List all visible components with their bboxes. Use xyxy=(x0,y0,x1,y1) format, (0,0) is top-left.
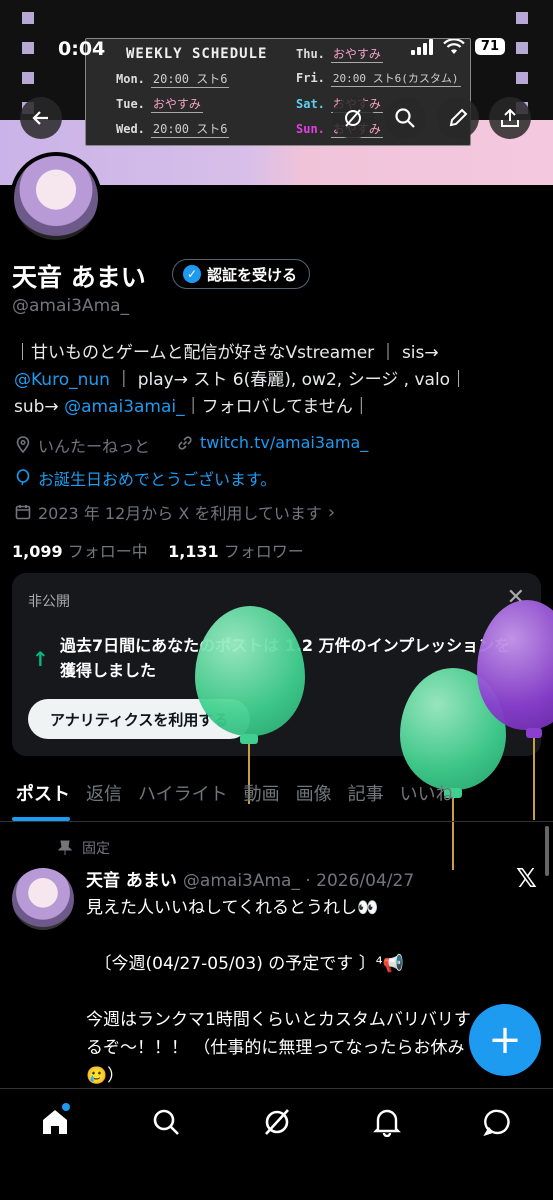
tab-replies[interactable]: 返信 xyxy=(78,770,130,821)
pencil-icon xyxy=(449,108,468,127)
battery-icon: 71 xyxy=(474,38,505,55)
post-author[interactable]: 天音 あまい xyxy=(86,871,177,891)
close-icon[interactable]: ✕ xyxy=(507,585,525,610)
share-button[interactable] xyxy=(489,97,531,139)
grok-icon[interactable] xyxy=(262,1107,292,1137)
profile-avatar[interactable] xyxy=(10,152,102,244)
impressions-message: 過去7日間にあなたのポストは 1.2 万件のインプレッションを獲得しました xyxy=(60,636,511,680)
schedule-row: Thu. おやすみ xyxy=(296,47,383,63)
scrollbar[interactable] xyxy=(545,826,549,876)
status-time: 0:04 xyxy=(58,38,106,60)
schedule-row: Mon. 20:00 スト6 xyxy=(116,72,230,88)
profile-tabs: ポスト 返信 ハイライト 動画 画像 記事 いいね xyxy=(0,770,553,822)
compose-post-button[interactable]: + xyxy=(469,1004,541,1076)
schedule-row: Fri. 20:00 スト6(カスタム) xyxy=(296,71,461,87)
tab-videos[interactable]: 動画 xyxy=(236,770,288,821)
tab-posts[interactable]: ポスト xyxy=(0,770,78,821)
post-avatar[interactable] xyxy=(12,868,74,930)
x-logo-icon[interactable]: 𝕏 xyxy=(516,864,537,894)
status-icons: 71 xyxy=(410,38,505,55)
private-label: 非公開 xyxy=(28,594,70,610)
profile-joined[interactable]: 2023 年 12月から X を利用しています › xyxy=(14,500,335,524)
grok-icon xyxy=(345,109,361,127)
verified-check-icon: ✓ xyxy=(183,265,201,283)
tab-media[interactable]: 画像 xyxy=(288,770,340,821)
analytics-card: 非公開 ✕ ↑ 過去7日間にあなたのポストは 1.2 万件のインプレッションを獲… xyxy=(12,573,541,756)
post-text: 見えた人いいねしてくれるとうれし👀 〔今週(04/27-05/03) の予定です… xyxy=(86,898,471,1086)
post-header: 天音 あまい @amai3Ama_ · 2026/04/27 xyxy=(86,866,414,891)
tab-likes[interactable]: いいね xyxy=(392,770,462,821)
search-icon xyxy=(395,108,415,128)
profile-location: いんたーねっと xyxy=(14,433,150,457)
profile-handle: @amai3Ama_ xyxy=(12,296,130,316)
grok-button[interactable] xyxy=(332,97,374,139)
schedule-row: Wed. 20:00 スト6 xyxy=(116,122,230,138)
bottom-navigation xyxy=(0,1088,553,1200)
get-verified-button[interactable]: ✓ 認証を受ける xyxy=(172,259,311,289)
profile-bio: ｜甘いものとゲームと配信が好きなVstreamer ｜ sis→ @Kuro_n… xyxy=(14,343,468,417)
tab-highlights[interactable]: ハイライト xyxy=(130,770,236,821)
pinned-indicator: 固定 xyxy=(58,838,110,858)
messages-icon[interactable] xyxy=(483,1107,513,1137)
edit-button[interactable] xyxy=(437,97,479,139)
profile-name: 天音 あまい xyxy=(12,263,146,292)
back-button[interactable] xyxy=(20,97,62,139)
search-button[interactable] xyxy=(384,97,426,139)
profile-birthday: お誕生日おめでとうございます。 xyxy=(14,466,276,490)
arrow-left-icon xyxy=(32,111,48,125)
plus-icon: + xyxy=(488,1017,522,1063)
arrow-up-icon: ↑ xyxy=(32,647,49,671)
following-link[interactable]: 1,099 フォロー中 xyxy=(12,542,148,561)
link-icon xyxy=(178,435,192,450)
followers-link[interactable]: 1,131 フォロワー xyxy=(168,542,304,561)
calendar-icon xyxy=(15,505,31,520)
bio-mention-kuro[interactable]: @Kuro_nun xyxy=(14,370,110,390)
location-pin-icon xyxy=(16,436,30,454)
schedule-title: WEEKLY SCHEDULE xyxy=(126,46,268,62)
search-icon[interactable] xyxy=(151,1107,181,1137)
bell-icon[interactable] xyxy=(372,1107,402,1137)
bio-mention-amai[interactable]: @amai3amai_ xyxy=(64,397,185,417)
schedule-row: Tue. おやすみ xyxy=(116,97,203,113)
pin-icon xyxy=(58,840,72,855)
use-analytics-button[interactable]: アナリティクスを利用する xyxy=(28,699,251,739)
home-notification-dot xyxy=(62,1103,70,1111)
home-icon[interactable] xyxy=(40,1107,70,1137)
profile-banner[interactable]: WEEKLY SCHEDULE Mon. 20:00 スト6 Tue. おやすみ W… xyxy=(0,0,553,185)
profile-website[interactable]: twitch.tv/amai3ama_ xyxy=(176,433,368,452)
balloon-icon xyxy=(16,469,30,486)
signal-icon xyxy=(410,38,433,55)
chevron-right-icon: › xyxy=(327,501,336,523)
share-icon xyxy=(501,108,519,127)
follow-stats: 1,099 フォロー中 1,131 フォロワー xyxy=(12,538,304,562)
wifi-icon xyxy=(443,38,465,54)
tab-articles[interactable]: 記事 xyxy=(340,770,392,821)
get-verified-label: 認証を受ける xyxy=(207,265,298,284)
post-handle-date: @amai3Ama_ · 2026/04/27 xyxy=(182,871,415,891)
